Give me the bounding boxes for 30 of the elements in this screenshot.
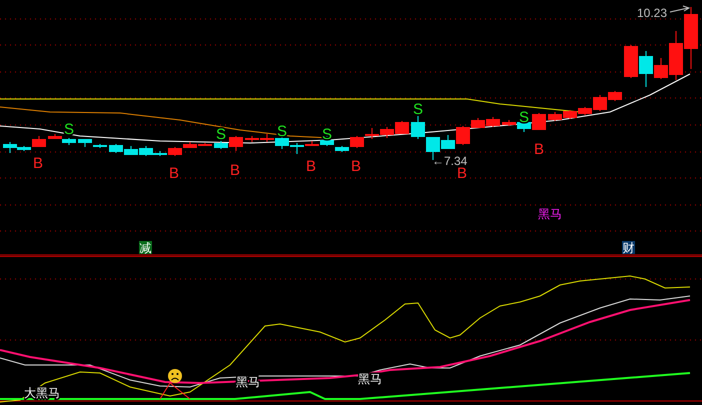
trade-signal: B bbox=[230, 162, 240, 179]
arrow-icon bbox=[670, 6, 690, 12]
trade-signal: B bbox=[457, 165, 467, 182]
candlestick bbox=[411, 116, 425, 140]
candlestick bbox=[486, 116, 500, 128]
trade-signal: S bbox=[519, 109, 529, 126]
indicator-badge: 减 bbox=[139, 241, 152, 255]
candlestick bbox=[380, 126, 394, 138]
pattern-tag: 黑马 bbox=[538, 207, 562, 221]
indicator-badge: 财 bbox=[622, 241, 635, 255]
candlestick bbox=[563, 110, 577, 120]
trade-signal: B bbox=[534, 141, 544, 158]
candlestick bbox=[365, 128, 379, 140]
trade-signal: S bbox=[413, 101, 423, 118]
candlestick bbox=[684, 6, 698, 70]
candlestick bbox=[124, 146, 138, 156]
trade-signal: B bbox=[351, 158, 361, 175]
candlestick bbox=[532, 112, 546, 130]
low-price-label: ←7.34 bbox=[432, 154, 468, 168]
sad-face-icon bbox=[168, 369, 182, 383]
pattern-label: 黑马 bbox=[358, 372, 382, 386]
trade-signal: B bbox=[33, 155, 43, 172]
trade-signal: B bbox=[306, 158, 316, 175]
candlestick bbox=[395, 120, 409, 134]
high-price-label: 10.23 bbox=[637, 6, 668, 20]
candlestick bbox=[624, 44, 638, 78]
candlestick bbox=[109, 144, 123, 154]
candlestick bbox=[548, 112, 562, 122]
trade-signal: S bbox=[216, 126, 226, 143]
trade-signal: B bbox=[169, 165, 179, 182]
